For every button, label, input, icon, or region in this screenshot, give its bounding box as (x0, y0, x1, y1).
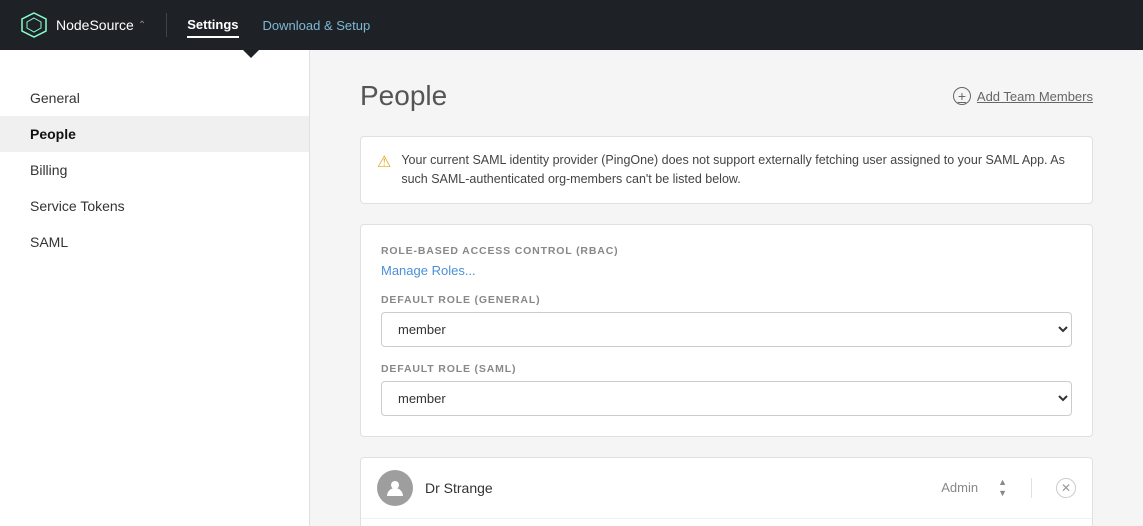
brand-name: NodeSource ⌃ (56, 17, 146, 33)
chevron-down-icon: ▼ (998, 488, 1007, 499)
page-title: People (360, 80, 447, 112)
members-list: Dr Strange Admin ▲ ▼ ✕ Thor (360, 457, 1093, 526)
brand-chevron-icon: ⌃ (138, 20, 146, 31)
settings-panel: ROLE-BASED ACCESS CONTROL (RBAC) Manage … (360, 224, 1093, 437)
logo: NodeSource ⌃ (20, 11, 146, 39)
rbac-label: ROLE-BASED ACCESS CONTROL (RBAC) (381, 245, 1072, 257)
sidebar-item-general[interactable]: General (0, 80, 309, 116)
close-icon: ✕ (1061, 481, 1071, 495)
remove-member-button[interactable]: ✕ (1056, 478, 1076, 498)
person-icon (385, 478, 405, 498)
member-role: Admin (941, 480, 978, 495)
alert-text: Your current SAML identity provider (Pin… (401, 151, 1076, 189)
member-name: Dr Strange (425, 480, 929, 496)
warning-icon: ⚠ (377, 152, 391, 172)
sidebar-item-people[interactable]: People (0, 116, 309, 152)
table-row: Thor Admin ▲ ▼ ✕ (361, 519, 1092, 526)
logo-icon (20, 11, 48, 39)
nav-settings[interactable]: Settings (187, 13, 238, 38)
header-divider (166, 13, 167, 37)
member-divider (1031, 478, 1032, 498)
default-role-saml-label: DEFAULT ROLE (SAML) (381, 363, 1072, 375)
default-role-general-select[interactable]: member (381, 312, 1072, 347)
add-icon: + (953, 87, 971, 105)
sidebar: General People Billing Service Tokens SA… (0, 50, 310, 526)
default-role-saml-select[interactable]: member (381, 381, 1072, 416)
table-row: Dr Strange Admin ▲ ▼ ✕ (361, 458, 1092, 519)
layout: General People Billing Service Tokens SA… (0, 50, 1143, 526)
sidebar-item-billing[interactable]: Billing (0, 152, 309, 188)
page-header: People + Add Team Members (360, 80, 1093, 112)
sidebar-item-saml[interactable]: SAML (0, 224, 309, 260)
chevron-up-icon: ▲ (998, 477, 1007, 488)
main-content: People + Add Team Members ⚠ Your current… (310, 50, 1143, 526)
saml-alert: ⚠ Your current SAML identity provider (P… (360, 136, 1093, 204)
header: NodeSource ⌃ Settings Download & Setup (0, 0, 1143, 50)
nav-download-setup[interactable]: Download & Setup (263, 18, 371, 33)
settings-indicator (243, 50, 259, 58)
role-change-control[interactable]: ▲ ▼ (998, 477, 1007, 499)
avatar (377, 470, 413, 506)
sidebar-item-service-tokens[interactable]: Service Tokens (0, 188, 309, 224)
manage-roles-link[interactable]: Manage Roles... (381, 263, 1072, 278)
default-role-general-label: DEFAULT ROLE (GENERAL) (381, 294, 1072, 306)
add-team-members-label: Add Team Members (977, 89, 1093, 104)
add-team-members-button[interactable]: + Add Team Members (953, 87, 1093, 105)
